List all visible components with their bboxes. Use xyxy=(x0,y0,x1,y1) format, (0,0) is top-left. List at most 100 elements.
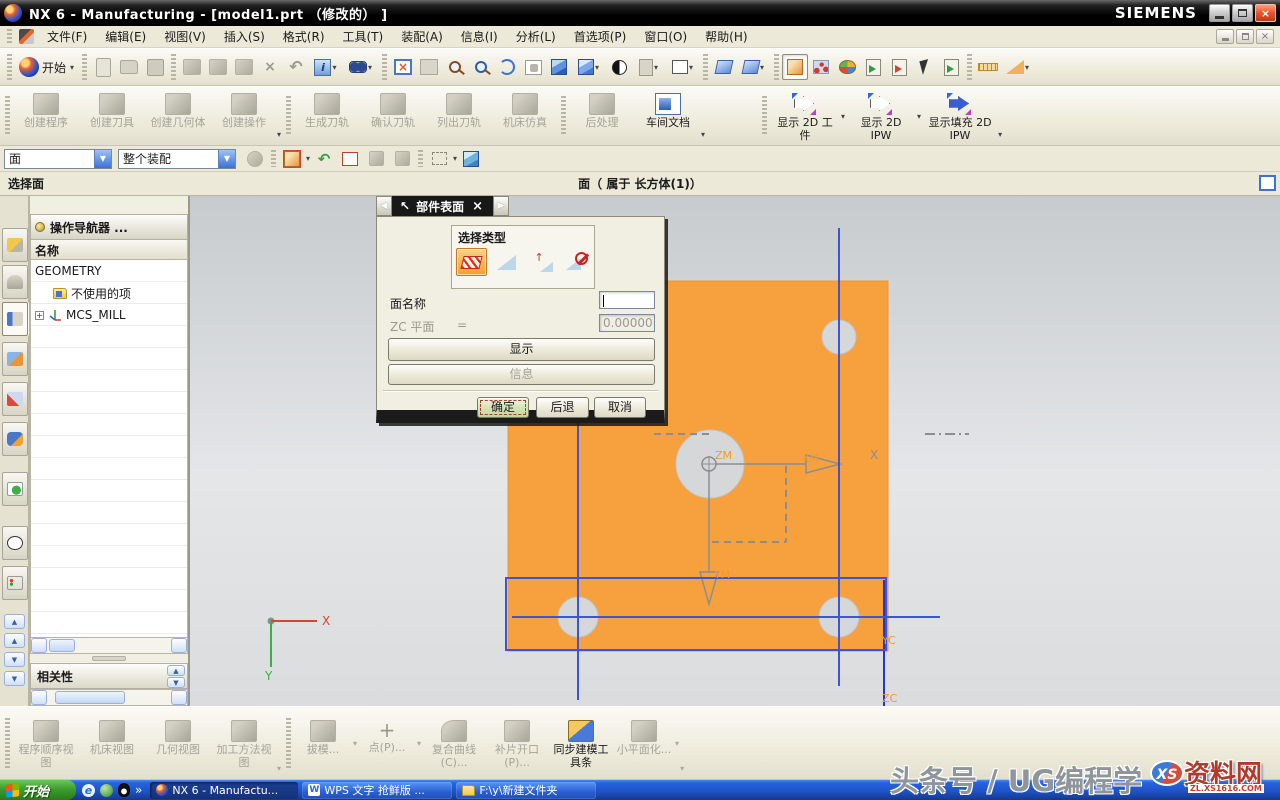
offset-face-button[interactable]: ▾ xyxy=(737,54,771,80)
scroll-down-icon[interactable]: ▼ xyxy=(167,677,185,688)
menu-analysis[interactable]: 分析(L) xyxy=(507,26,565,47)
fullscreen-icon[interactable] xyxy=(1259,175,1276,191)
ok-button[interactable]: 确定 xyxy=(477,397,529,418)
zc-plane-type-button[interactable]: ↑ xyxy=(526,248,557,276)
graphics-viewport[interactable]: XM ZM YM X XC YC ZC X Y ◀ ↖ 部件表面 xyxy=(190,196,1280,706)
tree-item-unused[interactable]: 不使用的项 xyxy=(31,282,187,304)
toolbar-options-icon[interactable]: ▾ xyxy=(998,130,1002,139)
menu-edit[interactable]: 编辑(E) xyxy=(96,26,155,47)
rotate-view-button[interactable] xyxy=(494,54,520,80)
menubar-grip[interactable] xyxy=(7,29,12,44)
toolbar-grip[interactable] xyxy=(286,718,291,768)
chevron-down-icon[interactable]: ▾ xyxy=(917,112,921,121)
toolbar-grip[interactable] xyxy=(774,54,779,79)
menu-help[interactable]: 帮助(H) xyxy=(696,26,756,47)
snap-point-active-button[interactable] xyxy=(782,54,808,80)
postprocess-button[interactable]: 后处理 xyxy=(569,89,635,143)
menu-view[interactable]: 视图(V) xyxy=(155,26,215,47)
cancel-button[interactable]: 取消 xyxy=(594,397,646,418)
show-hide-button[interactable] xyxy=(860,54,886,80)
machine-tool-view-button[interactable]: 机床视图 xyxy=(79,716,145,770)
synchronous-modeling-button[interactable]: 同步建模工具条 xyxy=(548,716,614,770)
quick-launch-icon[interactable] xyxy=(100,784,113,797)
workpiece-button[interactable] xyxy=(337,146,363,172)
toolbar-grip[interactable] xyxy=(703,54,708,79)
menu-window[interactable]: 窗口(O) xyxy=(635,26,696,47)
tree-horizontal-scrollbar[interactable] xyxy=(30,637,188,654)
menu-file[interactable]: 文件(F) xyxy=(38,26,96,47)
chevron-down-icon[interactable]: ▾ xyxy=(417,739,421,748)
rail-right-button[interactable]: ▶ xyxy=(493,196,509,216)
fit-view-button[interactable]: × xyxy=(390,54,416,80)
toolbar-grip[interactable] xyxy=(762,96,767,137)
toolbar-grip[interactable] xyxy=(967,54,972,79)
constraint-button[interactable] xyxy=(389,146,415,172)
toolbar-grip[interactable] xyxy=(271,150,276,168)
rectangle-select-button[interactable] xyxy=(426,146,452,172)
mdi-minimize-button[interactable] xyxy=(1216,29,1234,44)
perspective-button[interactable] xyxy=(546,54,572,80)
toolbar-options-icon[interactable]: ▾ xyxy=(701,130,705,139)
scroll-down-button[interactable]: ▼ xyxy=(4,652,25,667)
info-button[interactable]: 信息 xyxy=(388,364,655,385)
mdi-close-button[interactable]: × xyxy=(1256,29,1274,44)
wcs-dynamics-button[interactable] xyxy=(363,146,389,172)
toolbar-options-icon[interactable]: ▾ xyxy=(680,764,684,773)
menu-insert[interactable]: 插入(S) xyxy=(215,26,274,47)
paste-button[interactable] xyxy=(231,54,257,80)
draft-button[interactable]: 拔模... xyxy=(294,716,352,770)
task-folder[interactable]: F:\y\新建文件夹 xyxy=(456,782,596,799)
verify-toolpath-button[interactable]: 确认刀轨 xyxy=(360,89,426,143)
toolbar-grip[interactable] xyxy=(286,96,291,137)
task-wps[interactable]: W WPS 文字 抢鲜版 ... xyxy=(302,782,452,799)
tree-item-geometry[interactable]: GEOMETRY xyxy=(31,260,187,282)
shop-documentation-button[interactable]: 车间文档 xyxy=(635,89,701,143)
pin-icon[interactable] xyxy=(35,222,45,232)
point-button[interactable]: +点(P)... xyxy=(358,716,416,770)
scroll-up-button[interactable]: ▲ xyxy=(4,633,25,648)
minimize-button[interactable] xyxy=(1209,4,1230,22)
show-filled-2d-ipw-button[interactable]: 显示填充 2D IPW xyxy=(922,89,998,143)
toolbar-options-icon[interactable]: ▾ xyxy=(277,130,281,139)
edit-object-display-button[interactable] xyxy=(834,54,860,80)
machine-tool-navigator-tab[interactable] xyxy=(2,342,28,376)
close-button[interactable]: × xyxy=(1255,4,1276,22)
rail-left-button[interactable]: ◀ xyxy=(376,196,392,216)
constraint-navigator-tab[interactable] xyxy=(2,265,28,299)
toolbar-grip[interactable] xyxy=(561,96,566,137)
chevron-down-icon[interactable]: ▾ xyxy=(675,739,679,748)
toolbar-grip[interactable] xyxy=(418,150,423,168)
start-menu-button[interactable]: 开始 ▾ xyxy=(15,54,79,80)
chevron-down-icon[interactable]: ▾ xyxy=(841,112,845,121)
machining-method-view-button[interactable]: 加工方法视图 xyxy=(211,716,277,770)
program-order-view-button[interactable]: 程序顺序视图 xyxy=(13,716,79,770)
delete-button[interactable]: × xyxy=(257,54,283,80)
undo-button[interactable]: ↶ xyxy=(283,54,309,80)
back-button[interactable]: 后退 xyxy=(536,397,589,418)
select-cursor-button[interactable] xyxy=(912,54,938,80)
qq-icon[interactable] xyxy=(118,783,130,797)
copy-button[interactable] xyxy=(205,54,231,80)
scroll-right-icon[interactable] xyxy=(171,638,187,653)
chevron-down-icon[interactable]: ▾ xyxy=(306,154,310,163)
scrollbar-thumb[interactable] xyxy=(49,639,75,652)
toolbar-grip[interactable] xyxy=(7,54,12,79)
dependencies-horizontal-scrollbar[interactable] xyxy=(30,689,188,706)
point-on-curve-button[interactable] xyxy=(808,54,834,80)
scroll-right-icon[interactable] xyxy=(171,690,187,705)
create-program-button[interactable]: 创建程序 xyxy=(13,89,79,143)
scroll-top-button[interactable]: ▲ xyxy=(4,614,25,629)
shaded-display-button[interactable]: ▾ xyxy=(572,54,606,80)
toolbar-grip[interactable] xyxy=(382,54,387,79)
scrollbar-thumb[interactable] xyxy=(55,691,125,704)
internet-explorer-icon[interactable]: e xyxy=(82,784,95,797)
quick-launch-more-icon[interactable]: » xyxy=(135,783,142,797)
none-type-button[interactable] xyxy=(561,248,592,276)
graphics-canvas[interactable]: XM ZM YM X XC YC ZC X Y xyxy=(190,196,1280,706)
history-tab[interactable] xyxy=(2,526,28,560)
hide-object-button[interactable] xyxy=(886,54,912,80)
reuse-library-tab[interactable] xyxy=(2,382,28,416)
geometry-view-button[interactable]: 几何视图 xyxy=(145,716,211,770)
web-browser-tab[interactable] xyxy=(2,472,28,506)
scroll-up-icon[interactable]: ▲ xyxy=(167,665,185,676)
